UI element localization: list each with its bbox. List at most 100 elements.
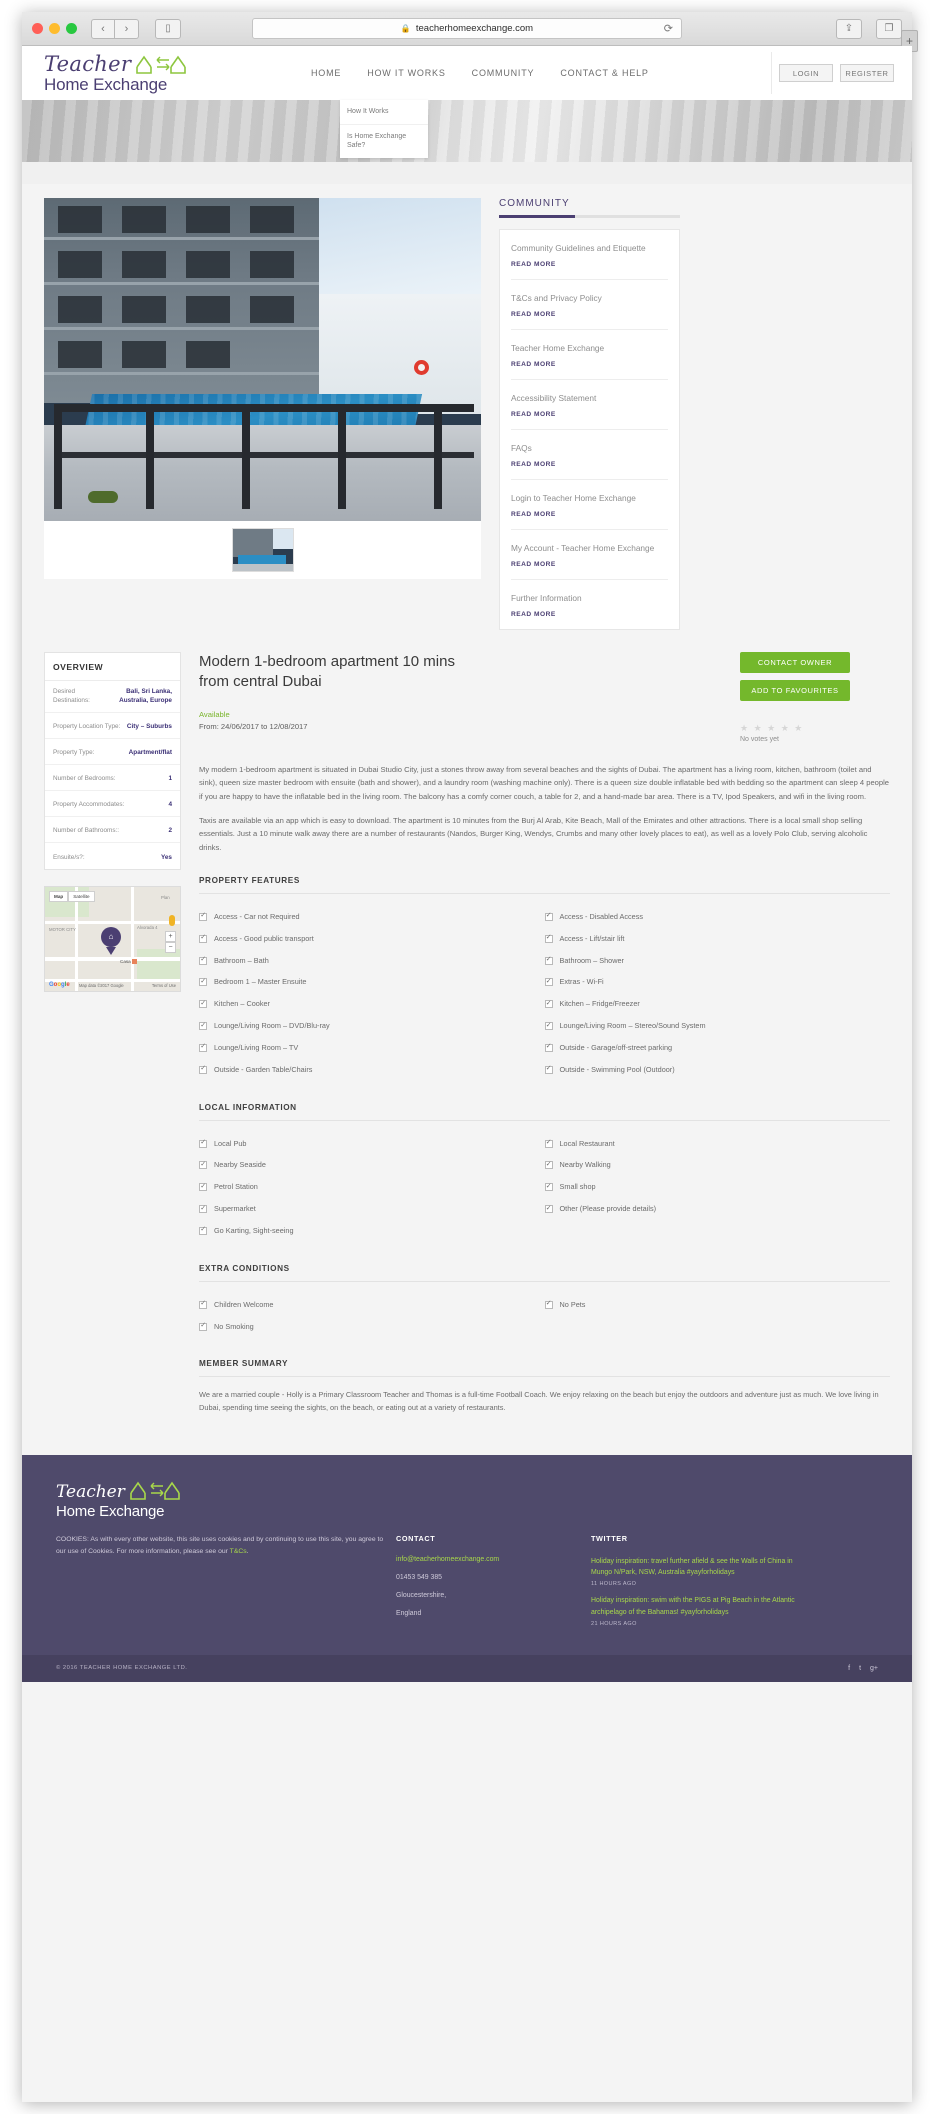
address-bar[interactable]: 🔒 teacherhomeexchange.com ⟳ — [252, 18, 682, 39]
header-divider — [771, 52, 772, 94]
google-plus-icon[interactable]: g+ — [870, 1665, 878, 1672]
nav-buttons[interactable]: ‹ › — [91, 18, 139, 39]
dropdown-item-is-home-exchange-safe[interactable]: Is Home Exchange Safe? — [340, 125, 428, 158]
overview-value: Bali, Sri Lanka, Australia, Europe — [119, 688, 172, 705]
url-text: teacherhomeexchange.com — [415, 23, 534, 34]
read-more-link[interactable]: READ MORE — [511, 461, 668, 468]
window-controls[interactable] — [32, 23, 77, 34]
read-more-link[interactable]: READ MORE — [511, 561, 668, 568]
facebook-icon[interactable]: f — [848, 1665, 850, 1672]
read-more-link[interactable]: READ MORE — [511, 361, 668, 368]
cookies-tcs-link[interactable]: T&Cs — [230, 1548, 247, 1555]
overview-panel: OVERVIEW Desired Destinations: Bali, Sri… — [44, 652, 181, 870]
map-zoom-out-button[interactable]: − — [165, 941, 176, 953]
local-information-right-column: Local Restaurant Nearby Walking Small sh… — [544, 1133, 891, 1242]
footer-phone: 01453 549 385 — [396, 1574, 442, 1582]
read-more-link[interactable]: READ MORE — [511, 611, 668, 618]
register-button[interactable]: REGISTER — [840, 64, 894, 82]
maximize-window-icon[interactable] — [66, 23, 77, 34]
availability-dates: From: 24/06/2017 to 12/08/2017 — [199, 722, 308, 732]
list-item[interactable]: Community Guidelines and Etiquette READ … — [511, 230, 668, 281]
rating-stars[interactable]: ★ ★ ★ ★ ★ — [740, 723, 890, 734]
hero-bottom-band — [22, 162, 912, 184]
map-type-controls[interactable]: Map Satellite — [49, 890, 95, 902]
checkbox-checked-icon — [199, 1139, 207, 1148]
auth-buttons: LOGIN REGISTER — [779, 64, 894, 82]
map-type-satellite-button[interactable]: Satellite — [68, 890, 95, 902]
site-footer: Teacher Home Exchange COOKIES: As with e… — [22, 1455, 912, 1655]
reload-icon[interactable]: ⟳ — [664, 22, 673, 35]
screenshot-root: ‹ › ▯ ✂ ▯ ☰ 🔒 teacherhomeexchange.com ⟳ … — [0, 0, 934, 2114]
list-item: Lounge/Living Room – Stereo/Sound System — [544, 1015, 891, 1037]
footer-cookies-column: COOKIES: As with every other website, th… — [56, 1534, 386, 1634]
community-item-title: Teacher Home Exchange — [511, 343, 605, 354]
back-button[interactable]: ‹ — [91, 18, 115, 39]
overview-key: Property Type: — [53, 749, 95, 757]
table-row: Property Accommodates: 4 — [45, 791, 180, 817]
listing-body: OVERVIEW Desired Destinations: Bali, Sri… — [44, 652, 890, 1455]
local-information-grid: Local Pub Nearby Seaside Petrol Station … — [199, 1133, 890, 1242]
list-item[interactable]: Login to Teacher Home Exchange READ MORE — [511, 480, 668, 531]
footer-logo[interactable]: Teacher Home Exchange — [56, 1479, 878, 1520]
site-logo[interactable]: Teacher Home Exchange — [44, 53, 259, 94]
close-window-icon[interactable] — [32, 23, 43, 34]
add-to-favourites-button[interactable]: ADD TO FAVOURITES — [740, 680, 850, 702]
life-ring-icon — [414, 360, 429, 375]
list-item[interactable]: FAQs READ MORE — [511, 430, 668, 481]
list-item[interactable]: Further Information READ MORE — [511, 580, 668, 629]
list-item: Go Karting, Sight-seeing — [199, 1220, 545, 1242]
list-item[interactable]: T&Cs and Privacy Policy READ MORE — [511, 280, 668, 331]
street-view-pegman-icon[interactable] — [169, 914, 175, 926]
login-button[interactable]: LOGIN — [779, 64, 833, 82]
table-row: Property Location Type: City – Suburbs — [45, 713, 180, 739]
map-type-map-button[interactable]: Map — [49, 890, 69, 902]
tweet-text[interactable]: Holiday inspiration: swim with the PIGS … — [591, 1595, 801, 1617]
list-item[interactable]: My Account - Teacher Home Exchange READ … — [511, 530, 668, 581]
location-map[interactable]: MOTOR CITY Alvorada 4 Plan Casa Map Sate… — [44, 885, 181, 992]
property-features-right-column: Access - Disabled Access Access - Lift/s… — [544, 906, 891, 1081]
extra-conditions-right-column: No Pets — [544, 1294, 891, 1338]
browser-window: ‹ › ▯ ✂ ▯ ☰ 🔒 teacherhomeexchange.com ⟳ … — [22, 12, 918, 2102]
list-item[interactable]: Teacher Home Exchange READ MORE — [511, 330, 668, 381]
share-icon[interactable]: ⇪ — [836, 18, 862, 39]
map-zoom-controls[interactable]: + − — [165, 930, 176, 953]
nav-item-home[interactable]: HOME — [311, 68, 341, 78]
list-item: Nearby Seaside — [199, 1154, 545, 1176]
list-item: Access - Lift/stair lift — [544, 928, 891, 950]
sidebar-toggle-icon[interactable]: ▯ — [155, 18, 181, 39]
property-features-heading: PROPERTY FEATURES — [199, 876, 890, 894]
map-terms-link[interactable]: Terms of Use — [152, 983, 176, 988]
map-zoom-in-button[interactable]: + — [165, 930, 176, 942]
list-item[interactable]: Accessibility Statement READ MORE — [511, 380, 668, 431]
read-more-link[interactable]: READ MORE — [511, 261, 668, 268]
footer-email-link[interactable]: info@teacherhomeexchange.com — [396, 1556, 581, 1563]
read-more-link[interactable]: READ MORE — [511, 311, 668, 318]
forward-button[interactable]: › — [115, 18, 139, 39]
gallery-thumbnail-1[interactable] — [231, 528, 294, 572]
logo-word: Teacher — [44, 51, 132, 76]
checkbox-checked-icon — [544, 1043, 553, 1052]
nav-item-contact-help[interactable]: CONTACT & HELP — [560, 68, 648, 78]
tabs-icon[interactable]: ❐ — [876, 18, 902, 39]
minimize-window-icon[interactable] — [49, 23, 60, 34]
footer-logo-word: Teacher — [56, 1482, 125, 1503]
table-row: Desired Destinations: Bali, Sri Lanka, A… — [45, 681, 180, 713]
dropdown-item-how-it-works[interactable]: How It Works — [340, 100, 428, 126]
home-pin-icon[interactable]: ⌂ — [101, 926, 121, 955]
cookies-text: COOKIES: As with every other website, th… — [56, 1536, 384, 1556]
nav-item-how-it-works[interactable]: HOW IT WORKS — [367, 68, 445, 78]
twitter-icon[interactable]: t — [859, 1665, 861, 1672]
list-item: Kitchen – Cooker — [199, 993, 545, 1015]
nav-item-community[interactable]: COMMUNITY — [472, 68, 535, 78]
overview-value: Apartment/flat — [128, 749, 172, 757]
house-logo-icon — [129, 1479, 181, 1501]
list-item: Local Pub — [199, 1133, 545, 1155]
read-more-link[interactable]: READ MORE — [511, 511, 668, 518]
read-more-link[interactable]: READ MORE — [511, 411, 668, 418]
contact-owner-button[interactable]: CONTACT OWNER — [740, 652, 850, 674]
list-item: Lounge/Living Room – DVD/Blu-ray — [199, 1015, 545, 1037]
overview-value: 2 — [168, 827, 172, 835]
hero-banner: How It Works Is Home Exchange Safe? — [22, 100, 912, 162]
property-main-photo[interactable] — [44, 198, 481, 521]
tweet-text[interactable]: Holiday inspiration: travel further afie… — [591, 1556, 801, 1578]
